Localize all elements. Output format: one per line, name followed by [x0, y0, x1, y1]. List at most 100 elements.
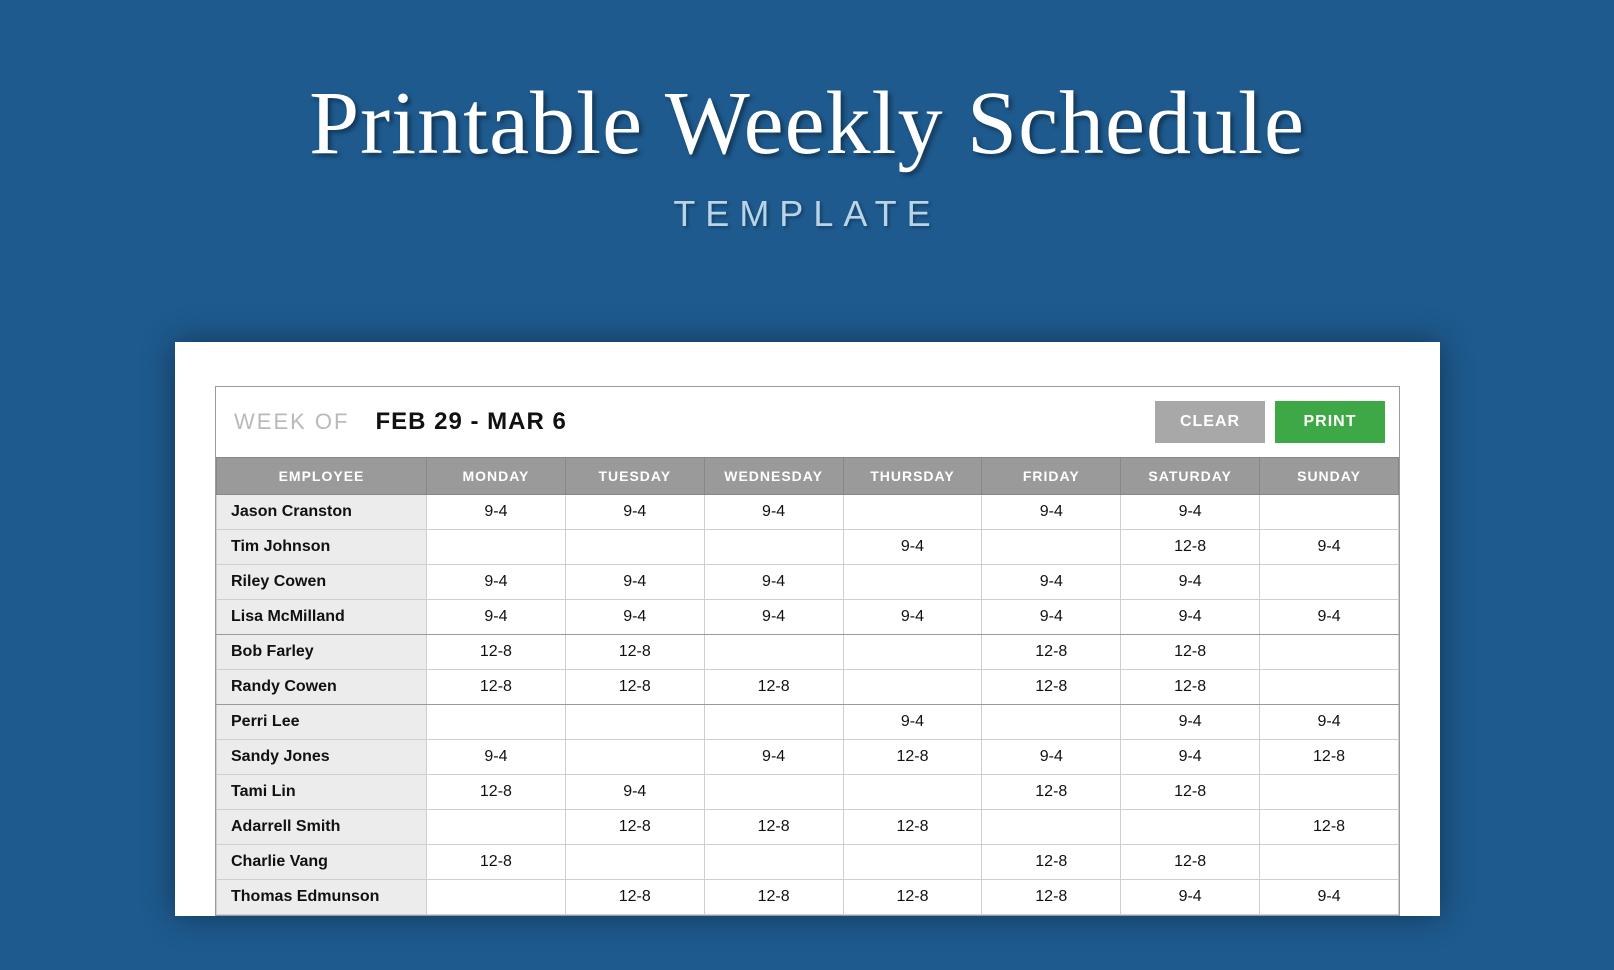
shift-cell [843, 845, 982, 880]
table-row: Adarrell Smith12-812-812-812-8 [217, 810, 1399, 845]
shift-cell [565, 530, 704, 565]
employee-name: Riley Cowen [217, 565, 427, 600]
shift-cell: 9-4 [1260, 880, 1399, 915]
shift-cell: 12-8 [982, 775, 1121, 810]
employee-name: Sandy Jones [217, 740, 427, 775]
shift-cell: 9-4 [1260, 705, 1399, 740]
shift-cell: 9-4 [427, 495, 566, 530]
shift-cell: 9-4 [1260, 530, 1399, 565]
col-saturday: SATURDAY [1121, 458, 1260, 495]
shift-cell [565, 740, 704, 775]
topbar: WEEK OF FEB 29 - MAR 6 CLEAR PRINT [216, 387, 1399, 457]
shift-cell: 12-8 [843, 740, 982, 775]
shift-cell: 9-4 [1121, 600, 1260, 635]
col-tuesday: TUESDAY [565, 458, 704, 495]
shift-cell: 12-8 [565, 810, 704, 845]
shift-cell: 9-4 [427, 600, 566, 635]
shift-cell: 9-4 [704, 600, 843, 635]
shift-cell [565, 845, 704, 880]
employee-name: Tim Johnson [217, 530, 427, 565]
shift-cell [704, 845, 843, 880]
shift-cell [1260, 775, 1399, 810]
table-row: Sandy Jones9-49-412-89-49-412-8 [217, 740, 1399, 775]
table-row: Perri Lee9-49-49-4 [217, 705, 1399, 740]
shift-cell: 12-8 [843, 880, 982, 915]
shift-cell: 9-4 [565, 775, 704, 810]
shift-cell [1260, 495, 1399, 530]
shift-cell [1260, 845, 1399, 880]
table-row: Lisa McMilland9-49-49-49-49-49-49-4 [217, 600, 1399, 635]
shift-cell [843, 495, 982, 530]
schedule-table: EMPLOYEE MONDAY TUESDAY WEDNESDAY THURSD… [216, 457, 1399, 915]
shift-cell: 12-8 [843, 810, 982, 845]
shift-cell: 9-4 [843, 705, 982, 740]
shift-cell [982, 530, 1121, 565]
shift-cell: 9-4 [1121, 880, 1260, 915]
sheet-inner: WEEK OF FEB 29 - MAR 6 CLEAR PRINT EMPLO… [215, 386, 1400, 916]
shift-cell [427, 880, 566, 915]
shift-cell: 9-4 [982, 495, 1121, 530]
shift-cell: 12-8 [1121, 845, 1260, 880]
shift-cell: 9-4 [982, 565, 1121, 600]
table-body: Jason Cranston9-49-49-49-49-4Tim Johnson… [217, 495, 1399, 915]
table-row: Charlie Vang12-812-812-8 [217, 845, 1399, 880]
shift-cell: 12-8 [1121, 530, 1260, 565]
shift-cell: 12-8 [704, 670, 843, 705]
shift-cell [427, 530, 566, 565]
shift-cell: 12-8 [565, 880, 704, 915]
shift-cell: 9-4 [1260, 600, 1399, 635]
employee-name: Jason Cranston [217, 495, 427, 530]
table-row: Randy Cowen12-812-812-812-812-8 [217, 670, 1399, 705]
table-row: Bob Farley12-812-812-812-8 [217, 635, 1399, 670]
shift-cell [1260, 635, 1399, 670]
shift-cell: 12-8 [427, 635, 566, 670]
col-sunday: SUNDAY [1260, 458, 1399, 495]
print-button[interactable]: PRINT [1275, 401, 1385, 443]
shift-cell: 9-4 [843, 600, 982, 635]
employee-name: Tami Lin [217, 775, 427, 810]
col-monday: MONDAY [427, 458, 566, 495]
shift-cell: 9-4 [427, 740, 566, 775]
shift-cell: 12-8 [1121, 670, 1260, 705]
table-row: Tim Johnson9-412-89-4 [217, 530, 1399, 565]
shift-cell [704, 775, 843, 810]
hero: Printable Weekly Schedule TEMPLATE [0, 0, 1614, 235]
shift-cell: 9-4 [704, 495, 843, 530]
employee-name: Bob Farley [217, 635, 427, 670]
shift-cell [843, 565, 982, 600]
employee-name: Randy Cowen [217, 670, 427, 705]
shift-cell: 12-8 [1121, 635, 1260, 670]
shift-cell: 12-8 [427, 670, 566, 705]
shift-cell [704, 705, 843, 740]
clear-button[interactable]: CLEAR [1155, 401, 1265, 443]
employee-name: Adarrell Smith [217, 810, 427, 845]
shift-cell: 12-8 [1260, 810, 1399, 845]
employee-name: Charlie Vang [217, 845, 427, 880]
shift-cell: 12-8 [427, 775, 566, 810]
shift-cell: 9-4 [1121, 740, 1260, 775]
shift-cell: 12-8 [1121, 775, 1260, 810]
shift-cell: 9-4 [704, 565, 843, 600]
hero-title: Printable Weekly Schedule [0, 72, 1614, 175]
shift-cell [982, 810, 1121, 845]
col-wednesday: WEDNESDAY [704, 458, 843, 495]
table-row: Riley Cowen9-49-49-49-49-4 [217, 565, 1399, 600]
shift-cell: 9-4 [565, 495, 704, 530]
shift-cell: 9-4 [565, 600, 704, 635]
shift-cell: 9-4 [843, 530, 982, 565]
week-of-label: WEEK OF [234, 409, 349, 435]
shift-cell: 12-8 [982, 635, 1121, 670]
shift-cell [427, 810, 566, 845]
shift-cell: 12-8 [565, 635, 704, 670]
shift-cell: 9-4 [1121, 565, 1260, 600]
shift-cell [704, 530, 843, 565]
table-header-row: EMPLOYEE MONDAY TUESDAY WEDNESDAY THURSD… [217, 458, 1399, 495]
col-friday: FRIDAY [982, 458, 1121, 495]
shift-cell [982, 705, 1121, 740]
shift-cell [843, 635, 982, 670]
table-row: Thomas Edmunson12-812-812-812-89-49-4 [217, 880, 1399, 915]
shift-cell [843, 670, 982, 705]
employee-name: Perri Lee [217, 705, 427, 740]
col-thursday: THURSDAY [843, 458, 982, 495]
hero-subtitle: TEMPLATE [0, 193, 1614, 235]
